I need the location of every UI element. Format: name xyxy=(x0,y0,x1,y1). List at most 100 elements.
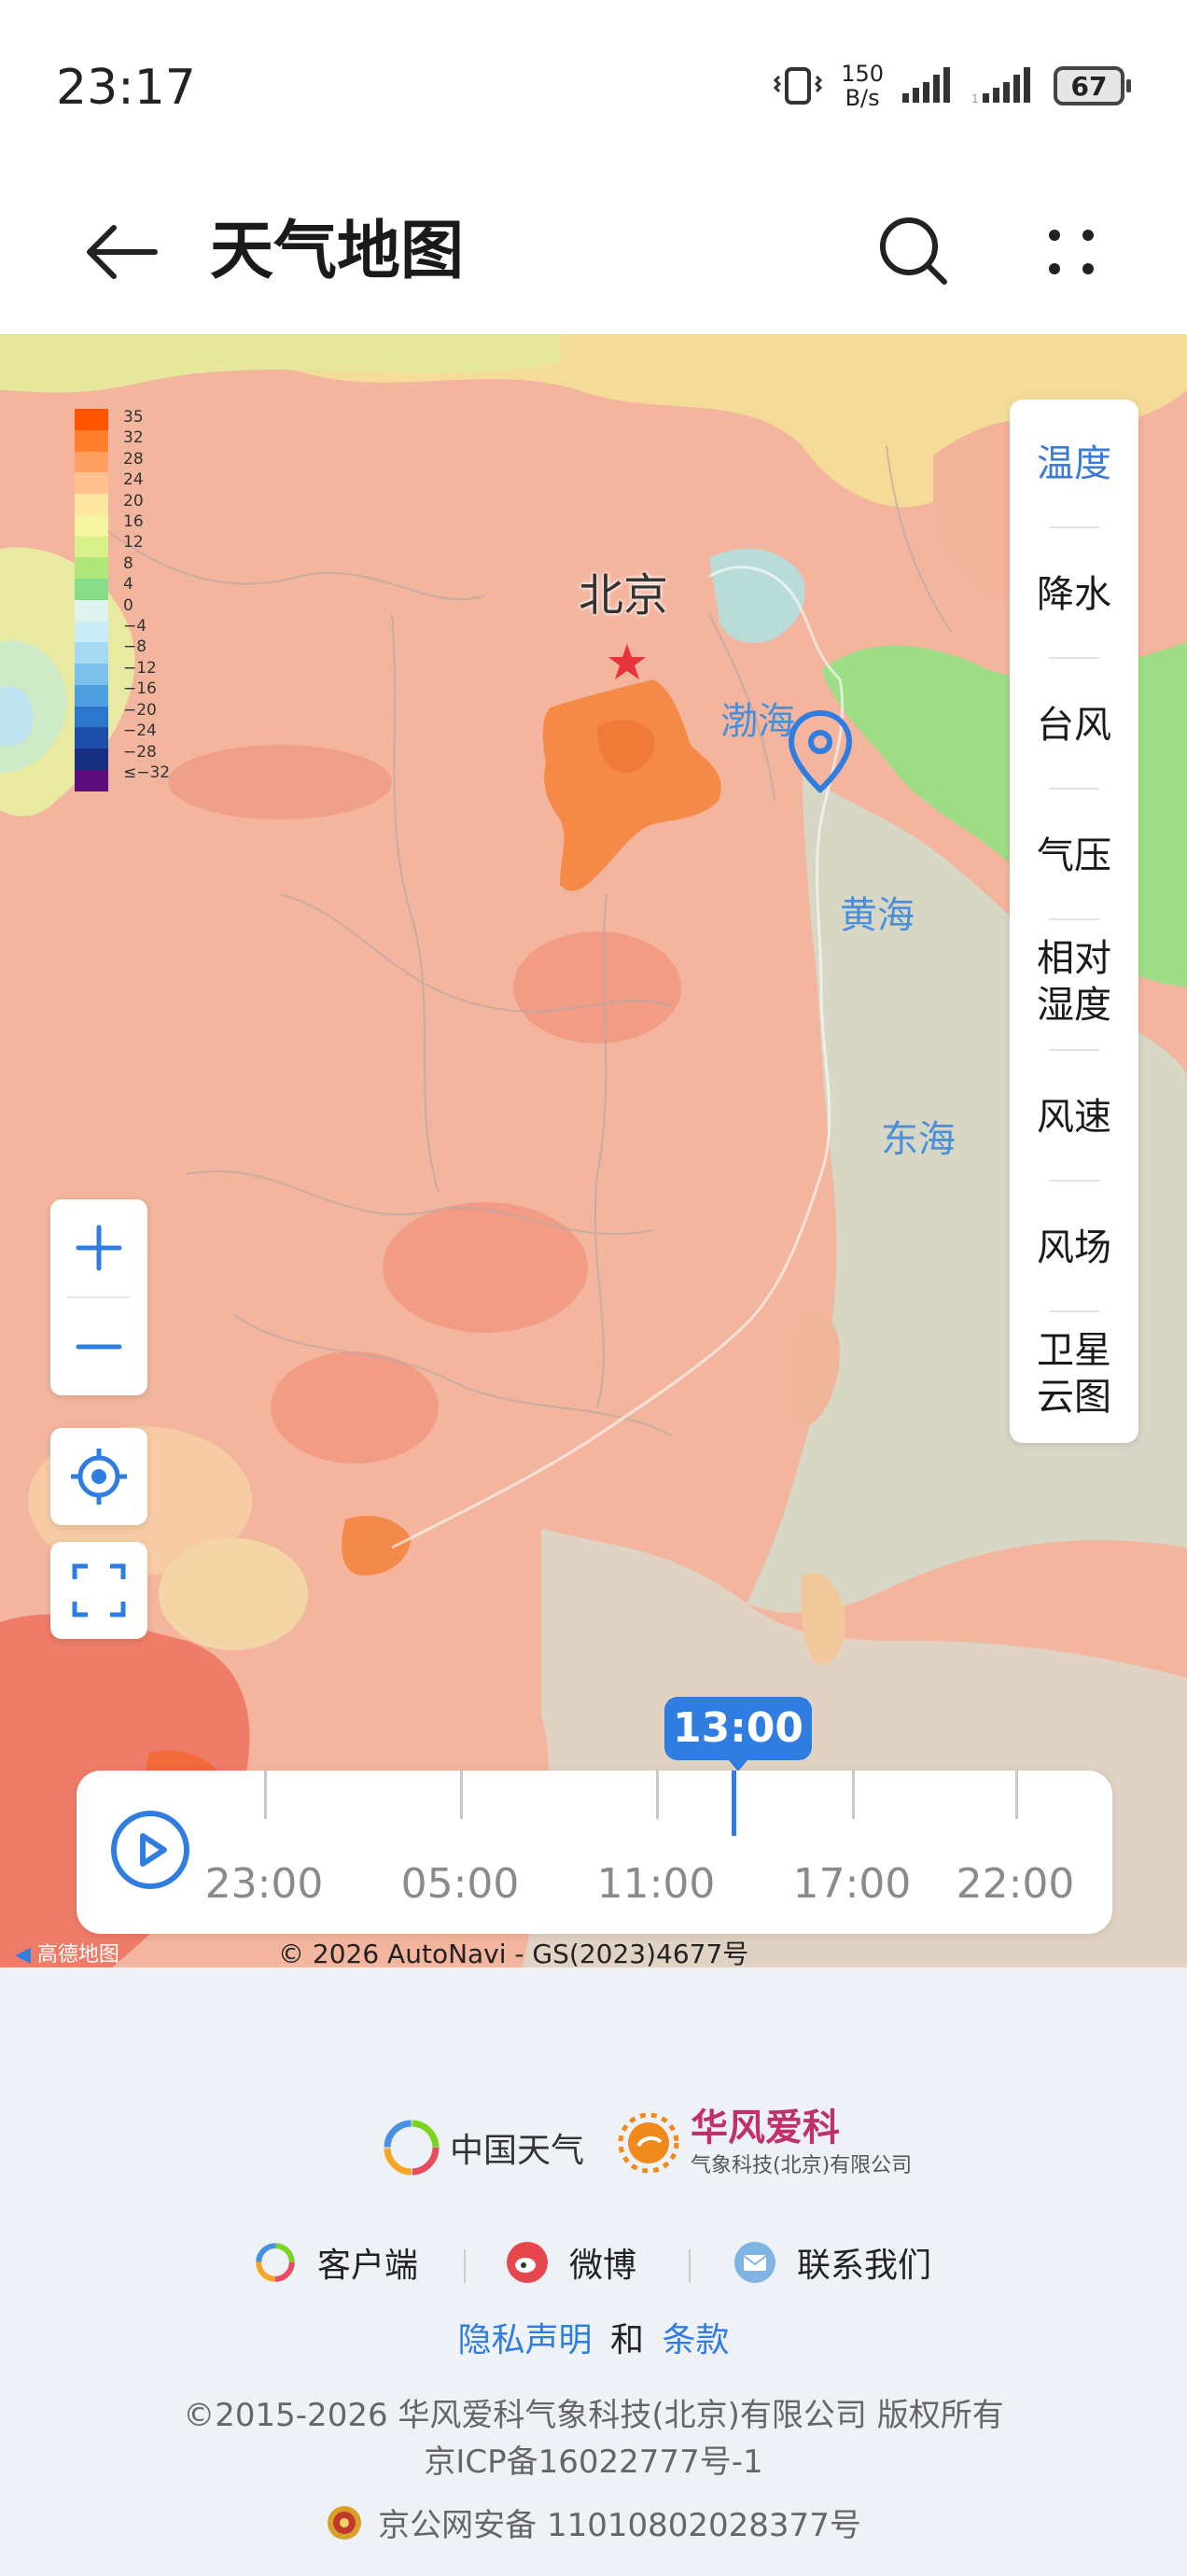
legend-color-bar xyxy=(75,409,108,791)
policy-and-text: 和 xyxy=(609,2321,644,2359)
temperature-legend: 35 32 28 24 20 16 12 8 4 0 −4 −8 −12 −16 −20 −24 −28 ≤−32 xyxy=(75,408,177,791)
police-badge-icon xyxy=(328,2505,362,2540)
zoom-out-button[interactable] xyxy=(50,1298,147,1395)
net-speed: 150 B/s xyxy=(841,61,884,111)
legend-label: ≤−32 xyxy=(123,763,171,782)
legend-swatch xyxy=(75,579,108,600)
layer-divider xyxy=(1049,657,1099,659)
timeline-label: 17:00 xyxy=(792,1860,912,1908)
legend-label: 12 xyxy=(123,533,144,553)
layer-temperature[interactable]: 温度 xyxy=(1010,441,1138,487)
link-divider xyxy=(689,2249,691,2283)
sea-label-donghai: 东海 xyxy=(881,1118,956,1161)
layer-divider xyxy=(1049,1049,1099,1051)
legend-swatch xyxy=(75,684,108,707)
legend-swatch xyxy=(75,514,108,537)
legend-swatch xyxy=(75,409,108,430)
vibrate-icon xyxy=(774,67,823,105)
fullscreen-button[interactable] xyxy=(50,1542,147,1639)
map-provider-name: 高德地图 xyxy=(36,1943,119,1967)
layer-divider xyxy=(1049,526,1099,528)
navigation-arrow-icon: ◀ xyxy=(15,1943,31,1967)
map-copyright: © 2026 AutoNavi - GS(2023)4677号 xyxy=(278,1939,749,1967)
layer-divider xyxy=(1049,918,1099,920)
location-pin-icon[interactable] xyxy=(786,709,855,795)
timeline-label: 23:00 xyxy=(204,1860,324,1908)
copyright-text: ©2015-2026 华风爱科气象科技(北京)有限公司 版权所有 xyxy=(183,2397,1004,2434)
terms-link[interactable]: 条款 xyxy=(662,2321,729,2359)
timeline-tick xyxy=(852,1771,855,1819)
legend-label: 24 xyxy=(123,470,144,490)
search-icon xyxy=(880,217,947,285)
layer-wind-field[interactable]: 风场 xyxy=(1010,1225,1138,1271)
privacy-link[interactable]: 隐私声明 xyxy=(458,2321,593,2359)
city-label-beijing: 北京 xyxy=(579,569,669,622)
legend-swatch xyxy=(75,472,108,495)
legend-label: −8 xyxy=(123,637,147,657)
svg-text:1: 1 xyxy=(971,92,979,105)
map-provider-logo: ◀ 高德地图 xyxy=(15,1938,119,1967)
signal-icon-2: 1 xyxy=(971,67,1030,105)
link-weibo[interactable]: 微博 xyxy=(506,2238,636,2287)
legend-swatch xyxy=(75,557,108,580)
battery-indicator: 67 xyxy=(1054,66,1124,105)
brand-china-weather[interactable]: 中国天气 xyxy=(383,2119,584,2177)
zoom-in-button[interactable] xyxy=(50,1199,147,1296)
layer-pressure[interactable]: 气压 xyxy=(1010,833,1138,879)
link-contact[interactable]: 联系我们 xyxy=(733,2238,931,2287)
battery-tip xyxy=(1126,79,1131,92)
client-app-icon xyxy=(256,2243,295,2282)
huafeng-logo-icon xyxy=(618,2112,679,2174)
footer: 中国天气 华风爱科 气象科技(北京)有限公司 客户端 微博 联系我们 隐私声明 … xyxy=(0,1967,1187,2576)
brand2-subtitle: 气象科技(北京)有限公司 xyxy=(691,2154,913,2177)
icp-text: 京ICP备16022777号-1 xyxy=(424,2443,763,2481)
layer-humidity[interactable]: 相对 湿度 xyxy=(1010,935,1138,1029)
legend-label: 28 xyxy=(123,449,144,469)
back-button[interactable] xyxy=(75,205,168,299)
timeline-label: 11:00 xyxy=(596,1860,716,1908)
layer-wind-speed[interactable]: 风速 xyxy=(1010,1094,1138,1141)
legend-label: 0 xyxy=(123,595,133,615)
legend-label: 4 xyxy=(123,575,133,595)
legend-swatch xyxy=(75,727,108,749)
legend-swatch xyxy=(75,621,108,643)
locate-button[interactable] xyxy=(50,1428,147,1525)
page-title: 天气地图 xyxy=(210,215,465,288)
legend-label: −16 xyxy=(123,679,157,699)
legend-label: 20 xyxy=(123,491,144,511)
brand1-name: 中国天气 xyxy=(450,2132,585,2170)
brand-huafeng[interactable]: 华风爱科 气象科技(北京)有限公司 xyxy=(616,2107,912,2178)
layer-satellite[interactable]: 卫星 云图 xyxy=(1010,1327,1138,1421)
status-bar: 23:17 150 B/s 1 67 xyxy=(0,0,1187,168)
weibo-icon xyxy=(507,2242,548,2283)
zoom-controls xyxy=(50,1199,147,1395)
legend-swatch xyxy=(75,770,108,791)
timeline-bar[interactable]: 23:00 05:00 11:00 17:00 22:00 xyxy=(77,1771,1112,1934)
legend-label: 32 xyxy=(123,428,144,448)
current-time-badge: 13:00 xyxy=(664,1697,812,1771)
layer-divider xyxy=(1049,788,1099,790)
link-client[interactable]: 客户端 xyxy=(254,2238,418,2287)
china-weather-logo-icon xyxy=(384,2120,440,2176)
more-button[interactable] xyxy=(1025,205,1118,299)
police-record[interactable]: 京公网安备 11010802028377号 xyxy=(0,2499,1187,2545)
play-button[interactable] xyxy=(108,1808,192,1892)
mail-icon xyxy=(734,2242,775,2283)
legend-swatch xyxy=(75,664,108,685)
search-button[interactable] xyxy=(868,205,961,299)
brand-row: 中国天气 华风爱科 气象科技(北京)有限公司 xyxy=(0,2107,1187,2191)
legend-swatch xyxy=(75,599,108,622)
layer-divider xyxy=(1049,1310,1099,1312)
legend-swatch xyxy=(75,494,108,515)
legend-label: −20 xyxy=(123,700,157,720)
legend-swatch xyxy=(75,642,108,665)
play-icon xyxy=(111,1811,189,1889)
legend-swatch xyxy=(75,451,108,473)
layer-precipitation[interactable]: 降水 xyxy=(1010,571,1138,618)
weather-map[interactable]: 35 32 28 24 20 16 12 8 4 0 −4 −8 −12 −16 −20 −24 −28 ≤−32… xyxy=(0,334,1187,1967)
fullscreen-icon xyxy=(72,1563,126,1617)
legend-swatch xyxy=(75,429,108,452)
timeline-current-marker[interactable] xyxy=(732,1771,736,1836)
layer-typhoon[interactable]: 台风 xyxy=(1010,702,1138,749)
policy-row: 隐私声明 和 条款 xyxy=(0,2313,1187,2361)
